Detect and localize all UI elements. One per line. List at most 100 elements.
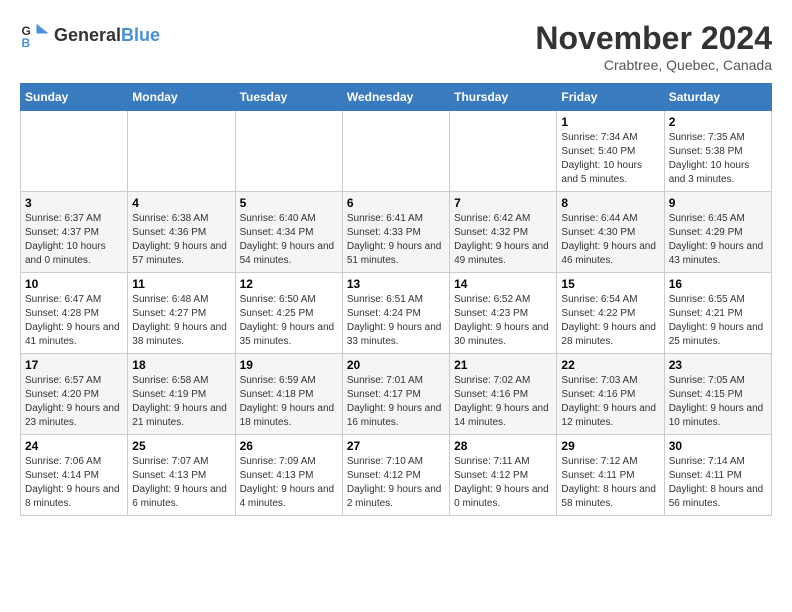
calendar-cell bbox=[342, 111, 449, 192]
day-number: 22 bbox=[561, 358, 659, 372]
calendar-cell: 30 Sunrise: 7:14 AM Sunset: 4:11 PM Dayli… bbox=[664, 435, 771, 516]
calendar-cell: 22 Sunrise: 7:03 AM Sunset: 4:16 PM Dayli… bbox=[557, 354, 664, 435]
day-number: 24 bbox=[25, 439, 123, 453]
calendar-cell: 10 Sunrise: 6:47 AM Sunset: 4:28 PM Dayli… bbox=[21, 273, 128, 354]
day-number: 30 bbox=[669, 439, 767, 453]
day-number: 3 bbox=[25, 196, 123, 210]
day-info: Sunrise: 6:41 AM Sunset: 4:33 PM Dayligh… bbox=[347, 212, 445, 268]
calendar-cell: 14 Sunrise: 6:52 AM Sunset: 4:23 PM Dayli… bbox=[450, 273, 557, 354]
calendar-cell bbox=[450, 111, 557, 192]
logo: G B GeneralBlue bbox=[20, 20, 160, 50]
day-info: Sunrise: 7:11 AM Sunset: 4:12 PM Dayligh… bbox=[454, 455, 552, 511]
day-number: 14 bbox=[454, 277, 552, 291]
page-header: G B GeneralBlue November 2024 Crabtree, … bbox=[20, 20, 772, 73]
day-number: 4 bbox=[132, 196, 230, 210]
day-info: Sunrise: 6:37 AM Sunset: 4:37 PM Dayligh… bbox=[25, 212, 123, 268]
day-info: Sunrise: 7:09 AM Sunset: 4:13 PM Dayligh… bbox=[240, 455, 338, 511]
logo-icon: G B bbox=[20, 20, 50, 50]
day-info: Sunrise: 6:55 AM Sunset: 4:21 PM Dayligh… bbox=[669, 293, 767, 349]
calendar-cell: 15 Sunrise: 6:54 AM Sunset: 4:22 PM Dayli… bbox=[557, 273, 664, 354]
day-header-tuesday: Tuesday bbox=[235, 84, 342, 111]
calendar-cell: 27Sunrise: 7:10 AM Sunset: 4:12 PM Dayli… bbox=[342, 435, 449, 516]
calendar-week-4: 17 Sunrise: 6:57 AM Sunset: 4:20 PM Dayli… bbox=[21, 354, 772, 435]
calendar-week-5: 24 Sunrise: 7:06 AM Sunset: 4:14 PM Dayli… bbox=[21, 435, 772, 516]
day-info: Sunrise: 6:50 AM Sunset: 4:25 PM Dayligh… bbox=[240, 293, 338, 349]
day-number: 19 bbox=[240, 358, 338, 372]
day-number: 2 bbox=[669, 115, 767, 129]
calendar-cell: 16Sunrise: 6:55 AM Sunset: 4:21 PM Dayli… bbox=[664, 273, 771, 354]
day-info: Sunrise: 6:42 AM Sunset: 4:32 PM Dayligh… bbox=[454, 212, 552, 268]
logo-blue: Blue bbox=[121, 25, 160, 45]
day-info: Sunrise: 7:03 AM Sunset: 4:16 PM Dayligh… bbox=[561, 374, 659, 430]
calendar-header: SundayMondayTuesdayWednesdayThursdayFrid… bbox=[21, 84, 772, 111]
calendar-cell: 8 Sunrise: 6:44 AM Sunset: 4:30 PM Daylig… bbox=[557, 192, 664, 273]
day-number: 10 bbox=[25, 277, 123, 291]
day-number: 26 bbox=[240, 439, 338, 453]
calendar-cell: 19 Sunrise: 6:59 AM Sunset: 4:18 PM Dayli… bbox=[235, 354, 342, 435]
day-info: Sunrise: 6:38 AM Sunset: 4:36 PM Dayligh… bbox=[132, 212, 230, 268]
day-number: 27 bbox=[347, 439, 445, 453]
calendar-cell: 7Sunrise: 6:42 AM Sunset: 4:32 PM Daylig… bbox=[450, 192, 557, 273]
calendar-body: 1Sunrise: 7:34 AM Sunset: 5:40 PM Daylig… bbox=[21, 111, 772, 516]
calendar-cell: 24 Sunrise: 7:06 AM Sunset: 4:14 PM Dayli… bbox=[21, 435, 128, 516]
day-number: 15 bbox=[561, 277, 659, 291]
day-info: Sunrise: 7:05 AM Sunset: 4:15 PM Dayligh… bbox=[669, 374, 767, 430]
calendar-cell: 6 Sunrise: 6:41 AM Sunset: 4:33 PM Daylig… bbox=[342, 192, 449, 273]
month-title: November 2024 bbox=[535, 20, 772, 57]
calendar-cell: 17 Sunrise: 6:57 AM Sunset: 4:20 PM Dayli… bbox=[21, 354, 128, 435]
day-info: Sunrise: 6:48 AM Sunset: 4:27 PM Dayligh… bbox=[132, 293, 230, 349]
calendar-cell: 29Sunrise: 7:12 AM Sunset: 4:11 PM Dayli… bbox=[557, 435, 664, 516]
calendar-cell: 4 Sunrise: 6:38 AM Sunset: 4:36 PM Daylig… bbox=[128, 192, 235, 273]
day-info: Sunrise: 6:59 AM Sunset: 4:18 PM Dayligh… bbox=[240, 374, 338, 430]
calendar-cell: 25Sunrise: 7:07 AM Sunset: 4:13 PM Dayli… bbox=[128, 435, 235, 516]
calendar-cell: 12 Sunrise: 6:50 AM Sunset: 4:25 PM Dayli… bbox=[235, 273, 342, 354]
calendar-cell: 1Sunrise: 7:34 AM Sunset: 5:40 PM Daylig… bbox=[557, 111, 664, 192]
calendar-cell: 11 Sunrise: 6:48 AM Sunset: 4:27 PM Dayli… bbox=[128, 273, 235, 354]
day-info: Sunrise: 6:58 AM Sunset: 4:19 PM Dayligh… bbox=[132, 374, 230, 430]
day-header-saturday: Saturday bbox=[664, 84, 771, 111]
calendar-cell bbox=[21, 111, 128, 192]
day-number: 8 bbox=[561, 196, 659, 210]
day-info: Sunrise: 6:52 AM Sunset: 4:23 PM Dayligh… bbox=[454, 293, 552, 349]
calendar-cell: 9Sunrise: 6:45 AM Sunset: 4:29 PM Daylig… bbox=[664, 192, 771, 273]
day-info: Sunrise: 6:54 AM Sunset: 4:22 PM Dayligh… bbox=[561, 293, 659, 349]
day-number: 1 bbox=[561, 115, 659, 129]
calendar-week-2: 3 Sunrise: 6:37 AM Sunset: 4:37 PM Daylig… bbox=[21, 192, 772, 273]
day-number: 5 bbox=[240, 196, 338, 210]
day-number: 28 bbox=[454, 439, 552, 453]
day-info: Sunrise: 7:06 AM Sunset: 4:14 PM Dayligh… bbox=[25, 455, 123, 511]
day-info: Sunrise: 6:57 AM Sunset: 4:20 PM Dayligh… bbox=[25, 374, 123, 430]
day-info: Sunrise: 6:45 AM Sunset: 4:29 PM Dayligh… bbox=[669, 212, 767, 268]
day-info: Sunrise: 6:47 AM Sunset: 4:28 PM Dayligh… bbox=[25, 293, 123, 349]
calendar-cell: 26 Sunrise: 7:09 AM Sunset: 4:13 PM Dayli… bbox=[235, 435, 342, 516]
day-number: 20 bbox=[347, 358, 445, 372]
day-header-monday: Monday bbox=[128, 84, 235, 111]
day-info: Sunrise: 7:14 AM Sunset: 4:11 PM Dayligh… bbox=[669, 455, 767, 511]
day-info: Sunrise: 6:44 AM Sunset: 4:30 PM Dayligh… bbox=[561, 212, 659, 268]
day-number: 12 bbox=[240, 277, 338, 291]
day-header-sunday: Sunday bbox=[21, 84, 128, 111]
calendar-week-1: 1Sunrise: 7:34 AM Sunset: 5:40 PM Daylig… bbox=[21, 111, 772, 192]
day-info: Sunrise: 7:35 AM Sunset: 5:38 PM Dayligh… bbox=[669, 131, 767, 187]
day-info: Sunrise: 6:40 AM Sunset: 4:34 PM Dayligh… bbox=[240, 212, 338, 268]
day-number: 17 bbox=[25, 358, 123, 372]
day-header-wednesday: Wednesday bbox=[342, 84, 449, 111]
calendar-cell: 28 Sunrise: 7:11 AM Sunset: 4:12 PM Dayli… bbox=[450, 435, 557, 516]
day-number: 13 bbox=[347, 277, 445, 291]
calendar-week-3: 10 Sunrise: 6:47 AM Sunset: 4:28 PM Dayli… bbox=[21, 273, 772, 354]
day-number: 6 bbox=[347, 196, 445, 210]
calendar-cell bbox=[235, 111, 342, 192]
day-info: Sunrise: 7:01 AM Sunset: 4:17 PM Dayligh… bbox=[347, 374, 445, 430]
day-number: 29 bbox=[561, 439, 659, 453]
day-number: 25 bbox=[132, 439, 230, 453]
day-number: 21 bbox=[454, 358, 552, 372]
day-header-thursday: Thursday bbox=[450, 84, 557, 111]
day-number: 23 bbox=[669, 358, 767, 372]
calendar-cell: 2 Sunrise: 7:35 AM Sunset: 5:38 PM Daylig… bbox=[664, 111, 771, 192]
day-number: 11 bbox=[132, 277, 230, 291]
calendar-cell: 23 Sunrise: 7:05 AM Sunset: 4:15 PM Dayli… bbox=[664, 354, 771, 435]
calendar-table: SundayMondayTuesdayWednesdayThursdayFrid… bbox=[20, 83, 772, 516]
days-header-row: SundayMondayTuesdayWednesdayThursdayFrid… bbox=[21, 84, 772, 111]
day-number: 18 bbox=[132, 358, 230, 372]
logo-general: General bbox=[54, 25, 121, 45]
